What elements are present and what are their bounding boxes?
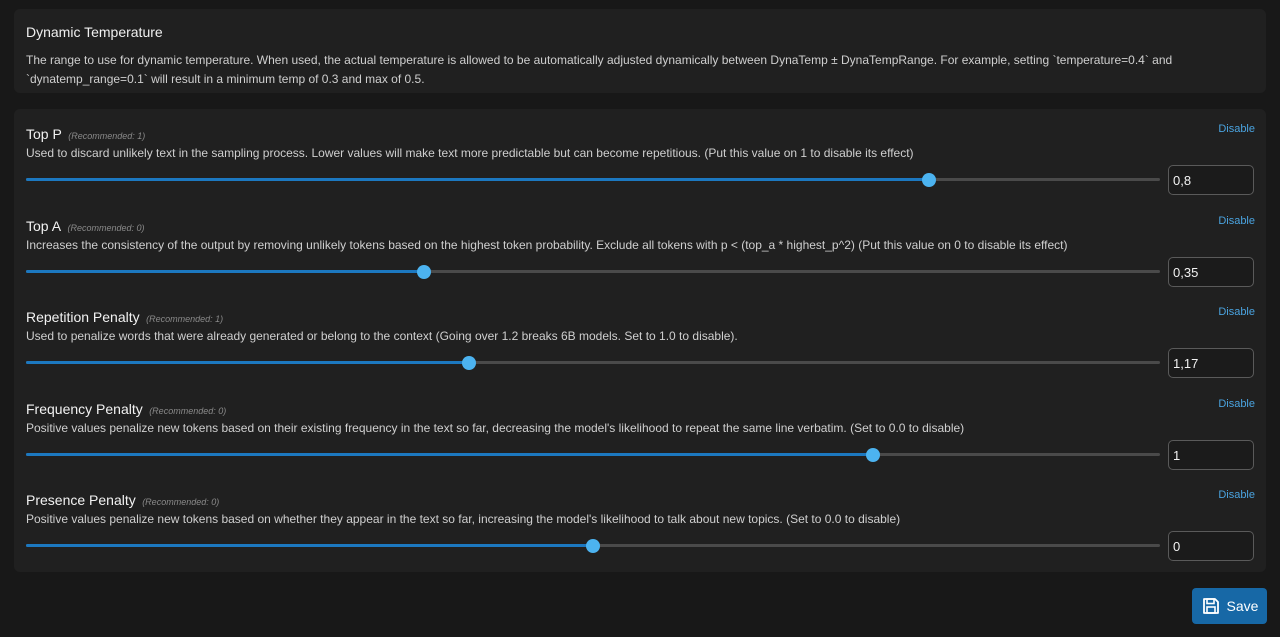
param-name: Top P (26, 126, 62, 142)
slider-fill (26, 544, 593, 547)
param-recommended: (Recommended: 0) (149, 406, 227, 416)
slider-fill (26, 178, 929, 181)
top-p-input[interactable] (1168, 165, 1254, 195)
param-top-a: Top A (Recommended: 0) Disable Increases… (14, 201, 1266, 293)
param-frequency-penalty: Frequency Penalty (Recommended: 0) Disab… (14, 384, 1266, 476)
disable-link[interactable]: Disable (1218, 306, 1255, 318)
param-presence-penalty: Presence Penalty (Recommended: 0) Disabl… (14, 475, 1266, 567)
param-header: Top P (Recommended: 1) (26, 124, 145, 146)
slider-thumb[interactable] (417, 265, 432, 279)
param-recommended: (Recommended: 0) (67, 223, 145, 233)
param-description: Used to penalize words that were already… (26, 329, 738, 343)
dynamic-temperature-card: Dynamic Temperature The range to use for… (14, 9, 1266, 93)
param-name: Presence Penalty (26, 492, 136, 508)
save-button[interactable]: Save (1192, 588, 1267, 624)
top-a-input[interactable] (1168, 257, 1254, 287)
top-p-slider[interactable] (26, 173, 1160, 187)
save-button-label: Save (1226, 598, 1259, 614)
repetition-penalty-input[interactable] (1168, 348, 1254, 378)
slider-thumb[interactable] (921, 173, 936, 187)
top-a-slider[interactable] (26, 265, 1160, 279)
disable-link[interactable]: Disable (1218, 123, 1255, 135)
disable-link[interactable]: Disable (1218, 398, 1255, 410)
param-name: Top A (26, 218, 62, 234)
slider-fill (26, 270, 425, 273)
dynamic-temperature-description: The range to use for dynamic temperature… (26, 53, 1173, 86)
param-recommended: (Recommended: 1) (146, 314, 224, 324)
param-name: Frequency Penalty (26, 401, 143, 417)
presence-penalty-slider[interactable] (26, 539, 1160, 553)
disable-link[interactable]: Disable (1218, 489, 1255, 501)
param-recommended: (Recommended: 1) (68, 131, 146, 141)
slider-fill (26, 361, 470, 364)
slider-thumb[interactable] (586, 539, 600, 553)
param-header: Frequency Penalty (Recommended: 0) (26, 399, 226, 421)
sampling-params-card: Top P (Recommended: 1) Disable Used to d… (14, 109, 1266, 572)
param-name: Repetition Penalty (26, 309, 140, 325)
settings-page: Dynamic Temperature The range to use for… (0, 0, 1280, 637)
param-top-p: Top P (Recommended: 1) Disable Used to d… (14, 109, 1266, 201)
slider-thumb[interactable] (462, 356, 477, 370)
param-recommended: (Recommended: 0) (142, 497, 220, 507)
dynamic-temperature-title: Dynamic Temperature (26, 24, 163, 40)
repetition-penalty-slider[interactable] (26, 356, 1160, 370)
frequency-penalty-input[interactable] (1168, 440, 1254, 470)
param-description: Used to discard unlikely text in the sam… (26, 146, 914, 160)
presence-penalty-input[interactable] (1168, 531, 1254, 561)
slider-fill (26, 453, 874, 456)
param-description: Positive values penalize new tokens base… (26, 512, 901, 526)
param-description: Increases the consistency of the output … (26, 238, 1068, 252)
param-description: Positive values penalize new tokens base… (26, 421, 965, 435)
disable-link[interactable]: Disable (1218, 215, 1255, 227)
slider-thumb[interactable] (866, 448, 881, 462)
param-header: Presence Penalty (Recommended: 0) (26, 490, 219, 512)
param-header: Top A (Recommended: 0) (26, 216, 145, 238)
floppy-disk-icon (1201, 596, 1221, 616)
param-header: Repetition Penalty (Recommended: 1) (26, 307, 223, 329)
frequency-penalty-slider[interactable] (26, 448, 1160, 462)
param-repetition-penalty: Repetition Penalty (Recommended: 1) Disa… (14, 292, 1266, 384)
